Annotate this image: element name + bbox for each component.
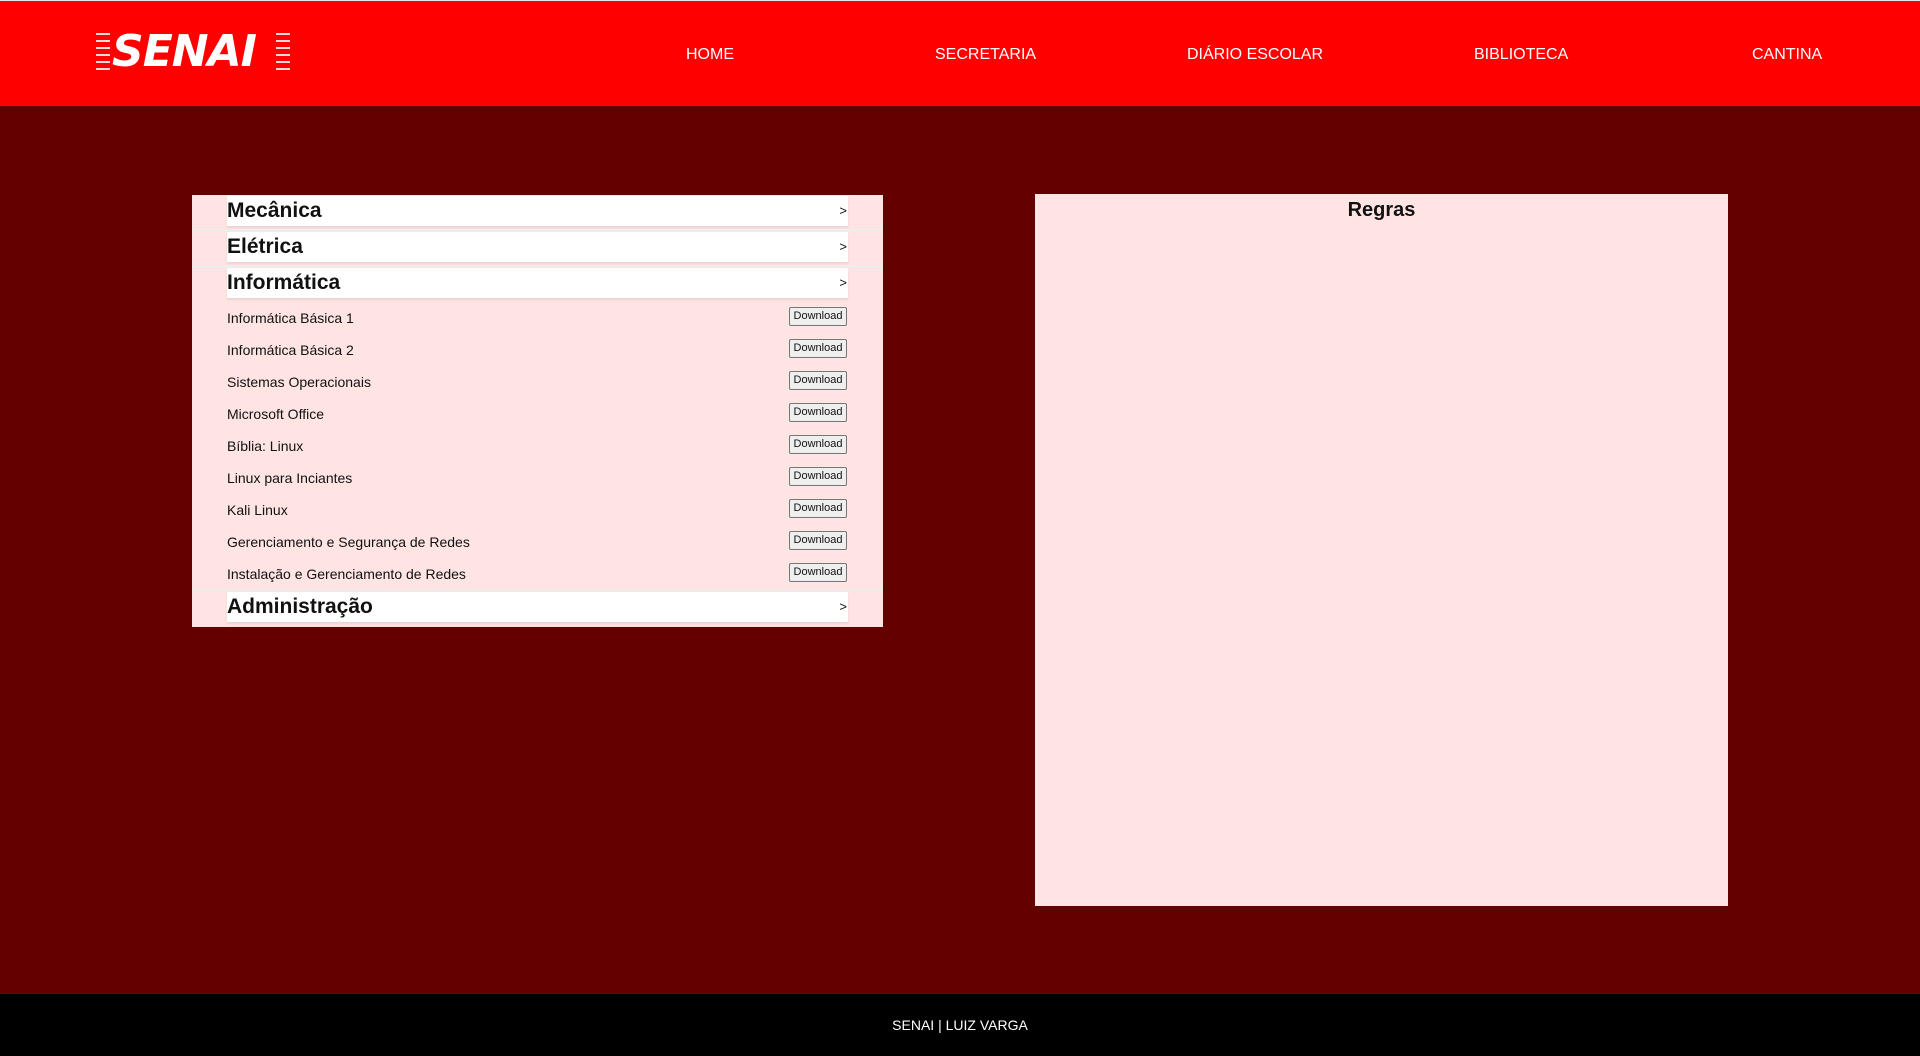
list-item: Kali Linux Download xyxy=(227,495,848,527)
accordion-title: Elétrica xyxy=(227,235,303,258)
download-button[interactable]: Download xyxy=(789,499,847,518)
download-button[interactable]: Download xyxy=(789,371,847,390)
logo-text: SENAI xyxy=(112,26,257,77)
nav-cantina[interactable]: CANTINA xyxy=(1752,45,1822,65)
rules-title: Regras xyxy=(1347,199,1416,221)
accordion-title: Mecânica xyxy=(227,199,322,222)
download-button[interactable]: Download xyxy=(789,339,847,358)
file-name: Informática Básica 1 xyxy=(227,310,354,326)
list-item: Informática Básica 1 Download xyxy=(227,303,848,335)
chevron-right-icon: > xyxy=(839,203,847,218)
list-item: Instalação e Gerenciamento de Redes Down… xyxy=(227,559,848,591)
download-button[interactable]: Download xyxy=(789,563,847,582)
accordion-administracao[interactable]: Administração > xyxy=(227,592,848,622)
file-name: Instalação e Gerenciamento de Redes xyxy=(227,566,466,582)
download-button[interactable]: Download xyxy=(789,307,847,326)
download-button[interactable]: Download xyxy=(789,435,847,454)
list-item: Bíblia: Linux Download xyxy=(227,431,848,463)
file-name: Kali Linux xyxy=(227,502,288,518)
accordion-mecanica[interactable]: Mecânica > xyxy=(227,196,848,226)
site-footer: SENAI | LUIZ VARGA xyxy=(0,994,1920,1056)
accordion-eletrica[interactable]: Elétrica > xyxy=(227,232,848,262)
nav-diario-escolar[interactable]: DIÁRIO ESCOLAR xyxy=(1187,45,1323,65)
rules-panel: Regras xyxy=(1035,194,1728,906)
nav-home[interactable]: HOME xyxy=(686,45,734,65)
chevron-right-icon: > xyxy=(839,275,847,290)
file-name: Sistemas Operacionais xyxy=(227,374,371,390)
file-name: Microsoft Office xyxy=(227,406,324,422)
list-item: Linux para Inciantes Download xyxy=(227,463,848,495)
accordion-divider xyxy=(192,265,883,267)
download-button[interactable]: Download xyxy=(789,403,847,422)
list-item: Sistemas Operacionais Download xyxy=(227,367,848,399)
file-name: Bíblia: Linux xyxy=(227,438,304,454)
nav-secretaria[interactable]: SECRETARIA xyxy=(935,45,1036,65)
senai-logo[interactable]: SENAI xyxy=(96,26,290,79)
list-item: Informática Básica 2 Download xyxy=(227,335,848,367)
file-name: Gerenciamento e Segurança de Redes xyxy=(227,534,470,550)
nav-biblioteca[interactable]: BIBLIOTECA xyxy=(1474,45,1568,65)
chevron-right-icon: > xyxy=(839,239,847,254)
chevron-right-icon: > xyxy=(839,599,847,614)
site-header: SENAI HOME SECRETARIA DIÁRIO ESCOLAR BIB… xyxy=(0,0,1920,106)
logo-stripes-right xyxy=(276,33,290,73)
footer-text: SENAI | LUIZ VARGA xyxy=(892,1017,1028,1033)
accordion-title: Informática xyxy=(227,271,341,294)
accordion-divider xyxy=(192,229,883,231)
courses-accordion: Mecânica > Elétrica > Informática > Info… xyxy=(192,195,883,627)
accordion-informatica[interactable]: Informática > xyxy=(227,268,848,298)
logo-stripes-left xyxy=(96,33,110,73)
download-button[interactable]: Download xyxy=(789,467,847,486)
file-name: Linux para Inciantes xyxy=(227,470,353,486)
download-button[interactable]: Download xyxy=(789,531,847,550)
list-item: Microsoft Office Download xyxy=(227,399,848,431)
file-name: Informática Básica 2 xyxy=(227,342,354,358)
list-item: Gerenciamento e Segurança de Redes Downl… xyxy=(227,527,848,559)
accordion-title: Administração xyxy=(227,595,373,618)
